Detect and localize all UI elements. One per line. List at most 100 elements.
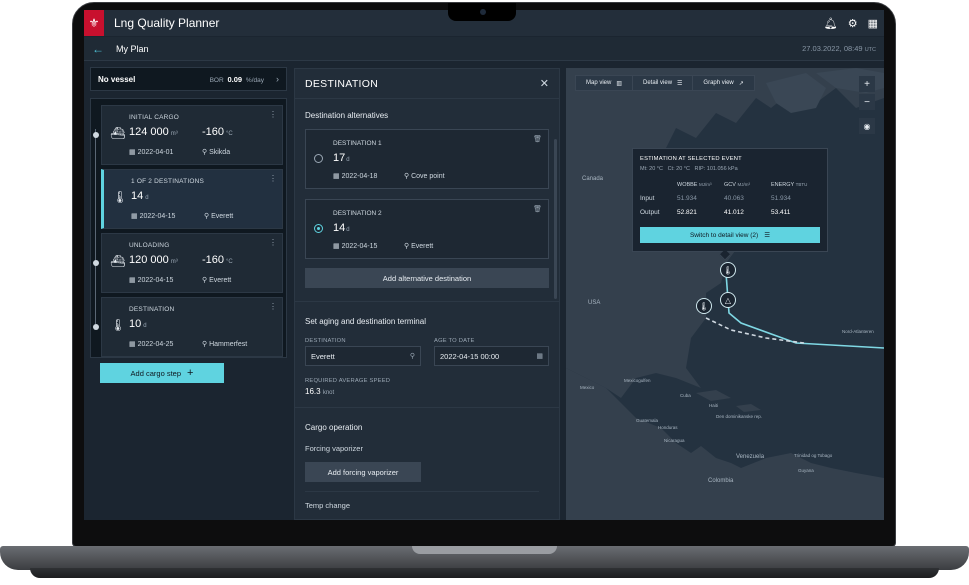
estimation-title: ESTIMATION AT SELECTED EVENT — [640, 156, 742, 162]
output-gcv: 41.012 — [724, 209, 744, 216]
input-energy: 51.934 — [771, 195, 791, 202]
row-label-output: Output — [640, 209, 660, 216]
vessel-name: No vessel — [98, 74, 136, 84]
divider — [295, 407, 559, 408]
bor-readout: BOR 0.09 %/day — [209, 74, 264, 84]
panel-scrollbar[interactable] — [554, 139, 557, 299]
timeline-line — [95, 129, 96, 324]
vessel-selector[interactable]: No vessel BOR 0.09 %/day › — [90, 67, 287, 91]
estimation-conditions: Mt: 20 °C Ct: 20 °C RIP: 101.056 kPa — [640, 166, 738, 172]
destination-field[interactable]: Everett ⚲ — [305, 346, 421, 366]
add-cargo-step-label: Add cargo step — [130, 368, 181, 378]
panel-title: DESTINATION — [305, 77, 379, 90]
back-arrow-icon[interactable]: ← — [92, 42, 104, 56]
step-temperature: -160 °C — [202, 254, 233, 266]
temp-change-label: Temp change — [305, 501, 351, 510]
tab-graph-view[interactable]: Graph view ↗ — [693, 76, 753, 90]
app-title: Lng Quality Planner — [114, 16, 220, 30]
step-destination[interactable]: 🌡︎ DESTINATION 10 d ▦ 2022-04-25 ⚲ Hammer… — [93, 297, 283, 357]
alternative-card-2[interactable]: DESTINATION 2 14d ▦ 2022-04-15 ⚲ Everett… — [305, 199, 549, 259]
map-label-nicaragua: Nicaragua — [664, 438, 685, 443]
alternative-date: ▦ 2022-04-15 — [333, 243, 378, 250]
page-title: My Plan — [116, 43, 149, 54]
tab-detail-view[interactable]: Detail view ☰ — [633, 76, 694, 90]
tab-map-view[interactable]: Map view ▥ — [576, 76, 634, 90]
estimation-popup: ESTIMATION AT SELECTED EVENT Mt: 20 °C C… — [632, 148, 828, 252]
bell-icon[interactable]: 🔔︎ — [824, 17, 838, 30]
gear-icon[interactable]: ⚙ — [848, 17, 858, 30]
marker-thermometer-icon[interactable]: 🌡︎ — [720, 262, 736, 278]
destination-field-label: DESTINATION — [305, 338, 346, 344]
map-label-cuba: Cuba — [680, 393, 691, 398]
marker-unloading-icon[interactable]: △ — [720, 292, 736, 308]
cargo-steps: ⛴ INITIAL CARGO 124 000 m³ -160 °C ▦ 2022-… — [90, 98, 287, 358]
thermometer-icon: 🌡︎ — [112, 190, 128, 204]
timeline-dot — [93, 132, 99, 138]
step-label: DESTINATION — [129, 306, 175, 313]
step-unloading[interactable]: ⛴ UNLOADING 120 000 m³ -160 °C ▦ 2022-04-1… — [93, 233, 283, 293]
map-label-haiti: Haiti — [709, 403, 719, 408]
alternative-radio-selected[interactable] — [314, 224, 323, 233]
destination-panel: DESTINATION ✕ Destination alternatives D… — [294, 68, 560, 520]
list-icon: ☰ — [677, 80, 683, 87]
alternative-label: DESTINATION 2 — [333, 210, 382, 217]
compass-icon[interactable]: ◉ — [859, 118, 875, 134]
map-label-dr: Den dominikanske rep. — [716, 414, 763, 419]
switch-to-detail-view-button[interactable]: Switch to detail view (2) ☰ — [640, 227, 820, 243]
step-initial-cargo[interactable]: ⛴ INITIAL CARGO 124 000 m³ -160 °C ▦ 2022-… — [93, 105, 283, 165]
step-place: ⚲ Everett — [204, 213, 234, 220]
alternative-radio[interactable] — [314, 154, 323, 163]
row-label-input: Input — [640, 195, 655, 202]
map-label-guatemala: Guatemala — [636, 418, 659, 423]
trash-icon[interactable]: 🗑︎ — [533, 135, 542, 143]
ship-icon: ⛴ — [110, 126, 126, 140]
trash-icon[interactable]: 🗑︎ — [533, 205, 542, 213]
input-gcv: 40.063 — [724, 195, 744, 202]
timeline-dot — [93, 260, 99, 266]
add-alternative-button[interactable]: Add alternative destination — [305, 268, 549, 288]
add-forcing-vaporizer-button[interactable]: Add forcing vaporizer — [305, 462, 421, 482]
step-place: ⚲ Hammerfest — [202, 341, 248, 348]
laptop-base-bottom — [30, 568, 939, 578]
more-menu-icon[interactable]: ⋮ — [269, 110, 277, 119]
step-date: ▦ 2022-04-25 — [129, 341, 174, 348]
alternative-label: DESTINATION 1 — [333, 140, 382, 147]
timeline-dot — [93, 324, 99, 330]
aging-title: Set aging and destination terminal — [305, 317, 426, 326]
step-temperature: -160 °C — [202, 126, 233, 138]
map-label-canada: Canada — [582, 176, 604, 182]
marker-thermometer-icon[interactable]: 🌡︎ — [696, 298, 712, 314]
map-view-tabs: Map view ▥ Detail view ☰ Graph view ↗ — [575, 75, 755, 91]
more-menu-icon[interactable]: ⋮ — [269, 174, 277, 183]
column-header-energy: ENERGY TBTU — [771, 182, 808, 188]
zoom-in-button[interactable]: + — [859, 76, 875, 92]
more-menu-icon[interactable]: ⋮ — [269, 302, 277, 311]
plus-icon: + — [187, 367, 194, 379]
map-label-trinidad: Trinidad og Tobago — [794, 453, 833, 458]
input-wobbe: 51.934 — [677, 195, 697, 202]
alternative-days: 17d — [333, 152, 350, 164]
list-icon: ☰ — [764, 232, 771, 239]
divider — [305, 491, 539, 492]
close-icon[interactable]: ✕ — [540, 77, 549, 90]
apps-grid-icon[interactable]: ▦ — [868, 17, 878, 30]
step-destinations[interactable]: 🌡︎ 1 OF 2 DESTINATIONS 14 d ▦ 2022-04-15 … — [101, 169, 283, 229]
speed-value: 16.3 knot — [305, 387, 335, 396]
alternative-card-1[interactable]: DESTINATION 1 17d ▦ 2022-04-18 ⚲ Cove po… — [305, 129, 549, 189]
step-label: UNLOADING — [129, 242, 170, 249]
cargo-operation-title: Cargo operation — [305, 423, 363, 432]
zoom-out-button[interactable]: − — [859, 94, 875, 110]
step-volume: 124 000 m³ — [129, 126, 178, 138]
graph-icon: ↗ — [738, 80, 744, 87]
age-field-label: AGE TO DATE — [434, 338, 475, 344]
map-label-colombia: Colombia — [708, 478, 734, 484]
age-to-date-field[interactable]: 2022-04-15 00:00 ▦ — [434, 346, 549, 366]
step-days: 14 d — [131, 190, 149, 202]
output-wobbe: 52.821 — [677, 209, 697, 216]
alternatives-title: Destination alternatives — [305, 111, 389, 120]
map-view[interactable]: Map view ▥ Detail view ☰ Graph view ↗ + − ◉… — [566, 68, 884, 520]
add-cargo-step-button[interactable]: Add cargo step + — [100, 363, 224, 383]
step-date: ▦ 2022-04-15 — [131, 213, 176, 220]
map-label-mexicogulfen: Mexicogulfen — [624, 378, 651, 383]
more-menu-icon[interactable]: ⋮ — [269, 238, 277, 247]
